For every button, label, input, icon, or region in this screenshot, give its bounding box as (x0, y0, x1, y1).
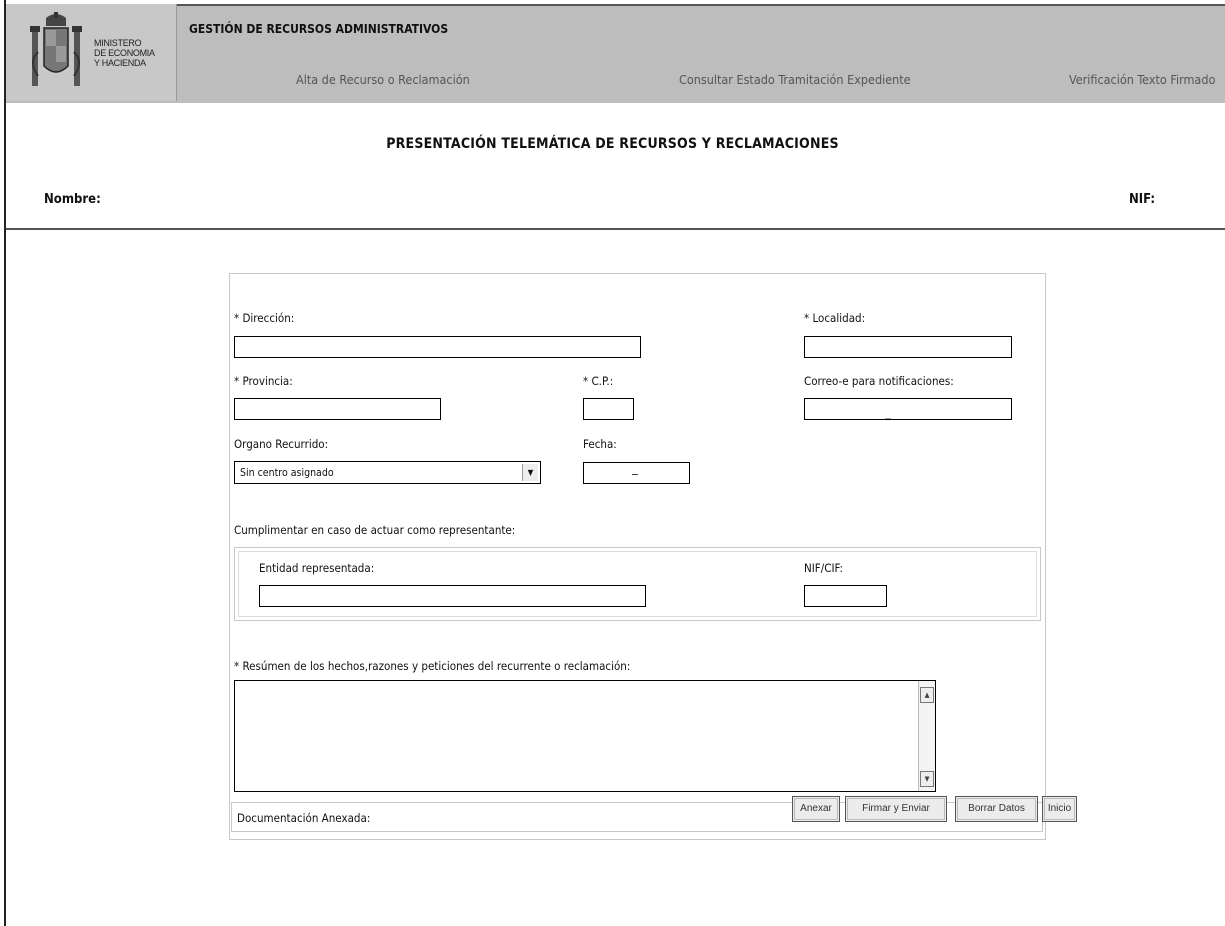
resumen-textarea[interactable]: ▲ ▼ (234, 680, 936, 792)
organo-label: Organo Recurrido: (234, 437, 329, 451)
anexar-button[interactable]: Anexar (792, 796, 840, 822)
nifcif-input[interactable] (804, 585, 887, 607)
nifcif-label: NIF/CIF: (804, 561, 844, 575)
resumen-label: * Resúmen de los hechos,razones y petici… (234, 659, 631, 673)
header-divider (6, 228, 1225, 230)
organo-select[interactable]: Sin centro asignado ▼ (234, 461, 541, 484)
ministry-line: DE ECONOMIA (94, 48, 155, 58)
ministry-logo: MINISTERO DE ECONOMIA Y HACIENDA (6, 4, 177, 101)
ministry-line: MINISTERO (94, 38, 142, 48)
direccion-input[interactable] (234, 336, 641, 358)
direccion-label: * Dirección: (234, 311, 295, 325)
inicio-button[interactable]: Inicio (1042, 796, 1077, 822)
cp-input[interactable] (583, 398, 634, 420)
app-title: GESTIÓN DE RECURSOS ADMINISTRATIVOS (189, 22, 449, 36)
email-input[interactable] (804, 398, 1012, 420)
nav-verificacion-texto[interactable]: Verificación Texto Firmado (1069, 72, 1215, 87)
representante-label: Cumplimentar en caso de actuar como repr… (234, 523, 516, 537)
ministry-name: MINISTERO DE ECONOMIA Y HACIENDA (94, 38, 155, 68)
provincia-input[interactable] (234, 398, 441, 420)
page-title: PRESENTACIÓN TELEMÁTICA DE RECURSOS Y RE… (386, 136, 839, 152)
provincia-label: * Provincia: (234, 374, 293, 388)
localidad-input[interactable] (804, 336, 1012, 358)
email-label: Correo-e para notificaciones: (804, 374, 954, 388)
nombre-label: Nombre: (44, 192, 101, 207)
entidad-label: Entidad representada: (259, 561, 375, 575)
entidad-input[interactable] (259, 585, 646, 607)
textarea-scrollbar[interactable]: ▲ ▼ (918, 681, 935, 791)
organo-selected-value: Sin centro asignado (240, 467, 334, 479)
email-cursor (885, 418, 891, 419)
cp-label: * C.P.: (583, 374, 614, 388)
coat-of-arms-icon (30, 12, 82, 86)
fecha-cursor (632, 474, 638, 475)
scroll-down-arrow-icon[interactable]: ▼ (920, 771, 934, 787)
header-bar (6, 4, 1225, 103)
borrar-datos-button[interactable]: Borrar Datos (955, 796, 1038, 822)
chevron-down-icon[interactable]: ▼ (522, 464, 538, 481)
fecha-label: Fecha: (583, 437, 617, 451)
nif-label: NIF: (1129, 192, 1156, 207)
localidad-label: * Localidad: (804, 311, 866, 325)
nav-alta-recurso[interactable]: Alta de Recurso o Reclamación (296, 72, 470, 87)
ministry-line: Y HACIENDA (94, 58, 146, 68)
firmar-enviar-button[interactable]: Firmar y Enviar (845, 796, 947, 822)
fecha-input[interactable] (583, 462, 690, 484)
scroll-up-arrow-icon[interactable]: ▲ (920, 687, 934, 703)
documentacion-label: Documentación Anexada: (237, 811, 371, 825)
nav-consultar-estado[interactable]: Consultar Estado Tramitación Expediente (679, 72, 911, 87)
